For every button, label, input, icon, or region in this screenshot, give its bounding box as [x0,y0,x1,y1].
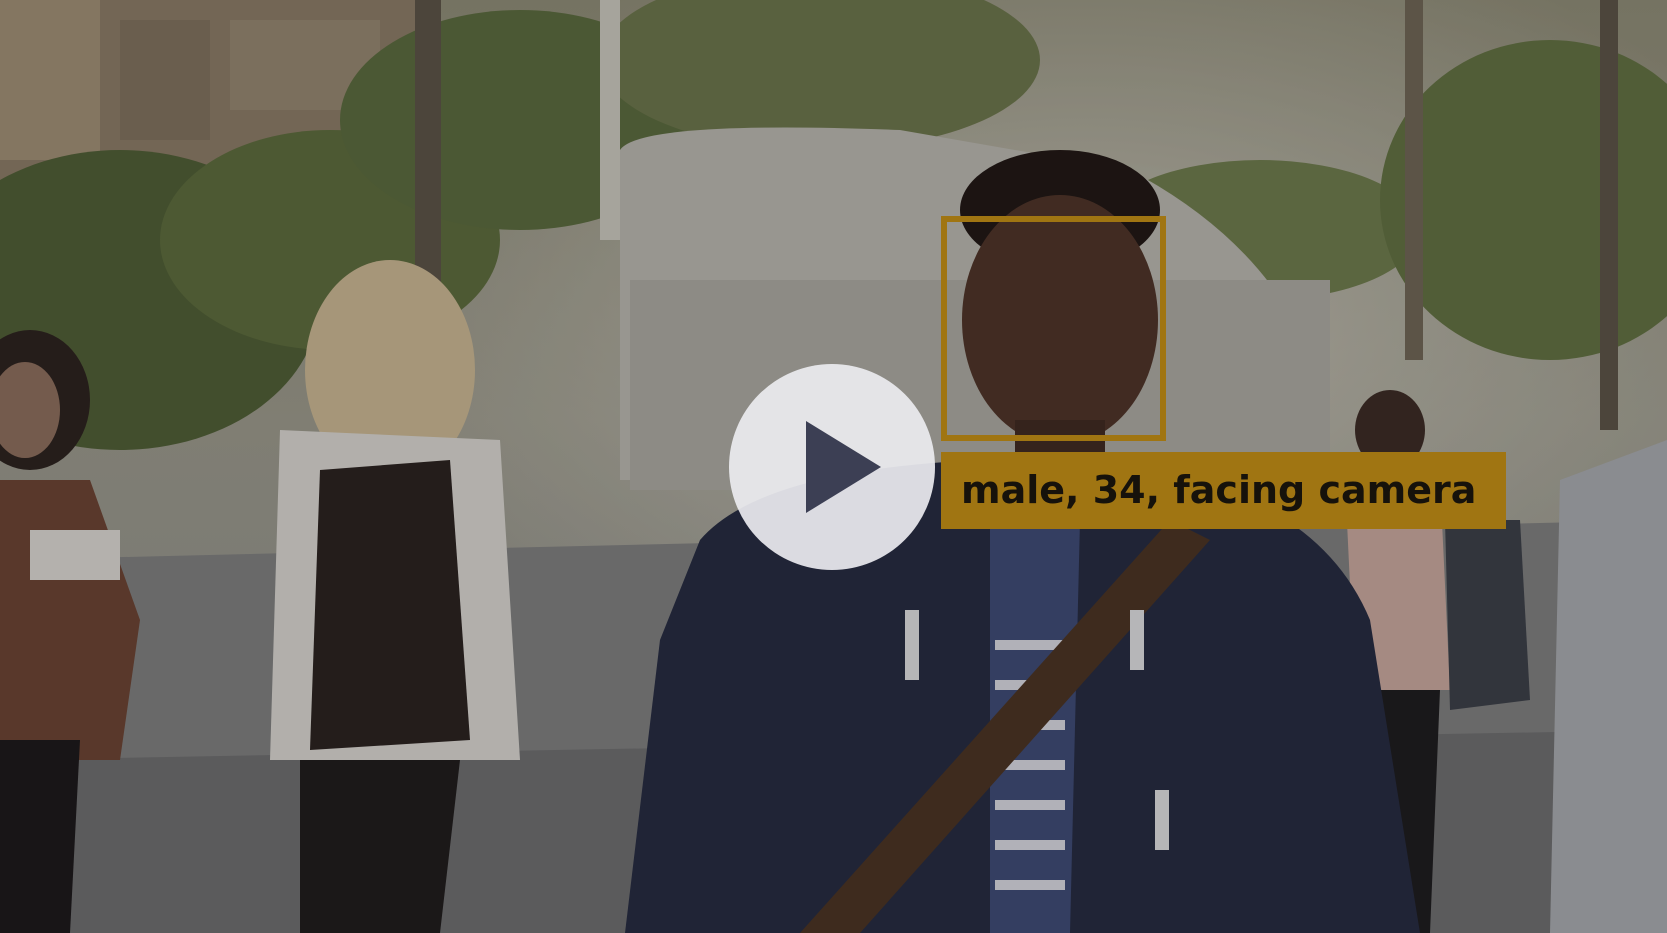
play-icon [806,421,881,513]
face-detection-label: male, 34, facing camera [941,452,1506,529]
video-player[interactable]: male, 34, facing camera [0,0,1667,933]
face-detection-box [941,216,1166,441]
play-button[interactable] [729,364,935,570]
